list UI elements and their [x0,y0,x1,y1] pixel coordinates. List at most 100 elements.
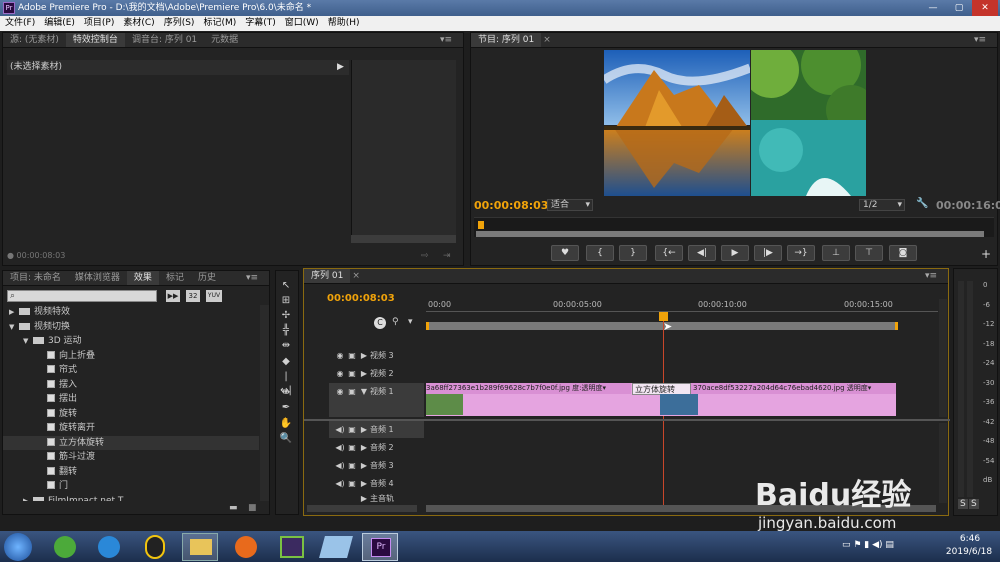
fit-dropdown[interactable]: 适合 ▾ [547,199,593,211]
lock-icon[interactable]: ▣ [346,421,358,438]
menu-sequence[interactable]: 序列(S) [159,16,199,31]
snap-icon[interactable]: C [374,317,386,329]
menu-marker[interactable]: 标记(M) [198,16,240,31]
effect-item[interactable]: 摆入 [3,378,259,393]
speaker-icon[interactable]: ◀) [334,475,346,492]
file-explorer-icon[interactable] [182,533,218,561]
disclosure-triangle-icon[interactable]: ▼ [23,334,33,349]
playhead-marker-icon[interactable] [478,221,484,229]
collapse-icon[interactable]: ▼ [358,383,370,400]
ripple-icon[interactable]: ⇥ [443,251,451,261]
speaker-icon[interactable]: ◀) [334,439,346,456]
add-marker-icon[interactable]: ▾ [408,317,413,327]
notepad-icon[interactable] [319,536,353,558]
firefox-icon[interactable] [235,536,257,558]
program-time-ruler[interactable] [474,217,994,237]
clip-1[interactable]: 3a68ff27363e1b289f69628c7b7f0e0f.jpg 度:透… [426,383,631,394]
track-select-tool-icon[interactable]: ⊞ [279,294,293,308]
lock-icon[interactable]: ▣ [346,347,358,364]
add-marker-button[interactable]: ♥ [551,245,579,261]
rolling-edit-tool-icon[interactable]: ╬ [279,324,293,338]
tab-effects[interactable]: 效果 [126,271,159,285]
work-area-bar[interactable] [426,322,898,330]
effects-scrollbar[interactable] [260,305,269,501]
yuv-filter-button[interactable]: YUV [206,290,222,302]
panel-menu-icon[interactable]: ▾≡ [239,271,265,285]
menu-title[interactable]: 字幕(T) [240,16,280,31]
expand-icon[interactable]: ▶ [358,493,370,505]
clock-date[interactable]: 2019/6/18 [940,547,998,557]
eye-icon[interactable]: ◉ [334,383,346,400]
minimize-button[interactable]: — [920,0,946,16]
clip-1-fx[interactable]: 度:透明度 [572,384,602,392]
solo-left-button[interactable]: S [958,499,968,509]
lock-icon[interactable]: ▣ [346,457,358,474]
lift-button[interactable]: ⊥ [822,245,850,261]
effects-folder[interactable]: ▼ 3D 运动 [3,334,259,349]
play-button[interactable]: ▶ [721,245,749,261]
effect-item[interactable]: 帘式 [3,363,259,378]
tray-icons[interactable]: ▭ ⚑ ▮ ◀) ▤ [842,540,894,550]
tab-effect-controls[interactable]: 特效控制台 [65,33,125,47]
expand-arrow-icon[interactable]: ▶ [337,60,347,75]
expand-icon[interactable]: ▶ [358,347,370,364]
effects-folder[interactable]: ▶ 视频特效 [3,305,259,320]
hand-tool-icon[interactable]: ✋ [279,417,293,431]
speaker-icon[interactable]: ◀) [334,457,346,474]
menu-file[interactable]: 文件(F) [0,16,39,31]
media-player-icon[interactable] [280,536,304,558]
slip-tool-icon[interactable]: |↔| [279,370,293,396]
new-bin-icon[interactable]: ▬ [229,503,238,513]
rate-stretch-tool-icon[interactable]: ⇹ [279,339,293,353]
export-frame-button[interactable]: ◙ [889,245,917,261]
tab-close-icon[interactable]: × [541,33,553,47]
pen-tool-icon[interactable]: ✒ [279,401,293,415]
disclosure-triangle-icon[interactable]: ▶ [9,305,19,320]
effect-item[interactable]: 门 [3,479,259,494]
header-scrollbar[interactable] [307,505,417,512]
expand-icon[interactable]: ▶ [358,421,370,438]
panel-menu-icon[interactable]: ▾≡ [433,33,459,47]
slide-tool-icon[interactable]: ⇼ [279,386,293,400]
panel-menu-icon[interactable]: ▾≡ [918,269,944,283]
track-header-audio4[interactable]: ◀) ▣ ▶ 音频 4 [329,475,424,492]
lock-icon[interactable]: ▣ [346,365,358,382]
step-forward-button[interactable]: |▶ [754,245,782,261]
program-timecode[interactable]: 00:00:08:03 [474,199,548,212]
effect-item[interactable]: 旋转离开 [3,421,259,436]
mark-out-button[interactable]: } [619,245,647,261]
effect-item[interactable]: 筋斗过渡 [3,450,259,465]
effects-folder[interactable]: ▶ FilmImpact.net T... [3,494,259,501]
mark-in-button[interactable]: { [586,245,614,261]
tab-markers[interactable]: 标记 [159,271,191,285]
update-icon[interactable] [54,536,76,558]
expand-icon[interactable]: ▶ [358,475,370,492]
delete-icon[interactable]: ■ [248,503,257,513]
lock-icon[interactable]: ▣ [346,383,358,400]
zoom-tool-icon[interactable]: 🔍 [279,432,293,446]
settings-wrench-icon[interactable]: 🔧 [916,198,928,209]
effects-search-input[interactable]: ⌕ [7,290,157,302]
tab-source[interactable]: 源: (无素材) [3,33,66,47]
eye-icon[interactable]: ◉ [334,365,346,382]
tab-project[interactable]: 项目: 未命名 [3,271,68,285]
go-to-in-button[interactable]: {← [655,245,683,261]
lock-icon[interactable]: ▣ [346,475,358,492]
tab-sequence[interactable]: 序列 01 [304,269,351,283]
menu-project[interactable]: 项目(P) [79,16,118,31]
export-icon[interactable]: ⇨ [421,251,429,261]
clip-2[interactable]: 370ace8df53227a204d64c76ebad4620.jpg 透明度… [691,383,896,394]
track-header-audio1[interactable]: ◀) ▣ ▶ 音频 1 [329,421,424,438]
start-orb-icon[interactable] [4,533,32,561]
effect-item[interactable]: 翻转 [3,465,259,480]
clip-2-fx[interactable]: 透明度 [847,384,868,392]
keyframe-scrollbar[interactable] [351,235,456,243]
expand-icon[interactable]: ▶ [358,439,370,456]
video1-clip-area[interactable]: 3a68ff27363e1b289f69628c7b7f0e0f.jpg 度:透… [426,383,896,416]
menu-window[interactable]: 窗口(W) [280,16,323,31]
go-to-out-button[interactable]: →} [787,245,815,261]
close-button[interactable]: ✕ [972,0,998,16]
video-vertical-scrollbar[interactable] [939,299,947,417]
panel-menu-icon[interactable]: ▾≡ [967,33,993,47]
speaker-icon[interactable]: ◀) [334,421,346,438]
